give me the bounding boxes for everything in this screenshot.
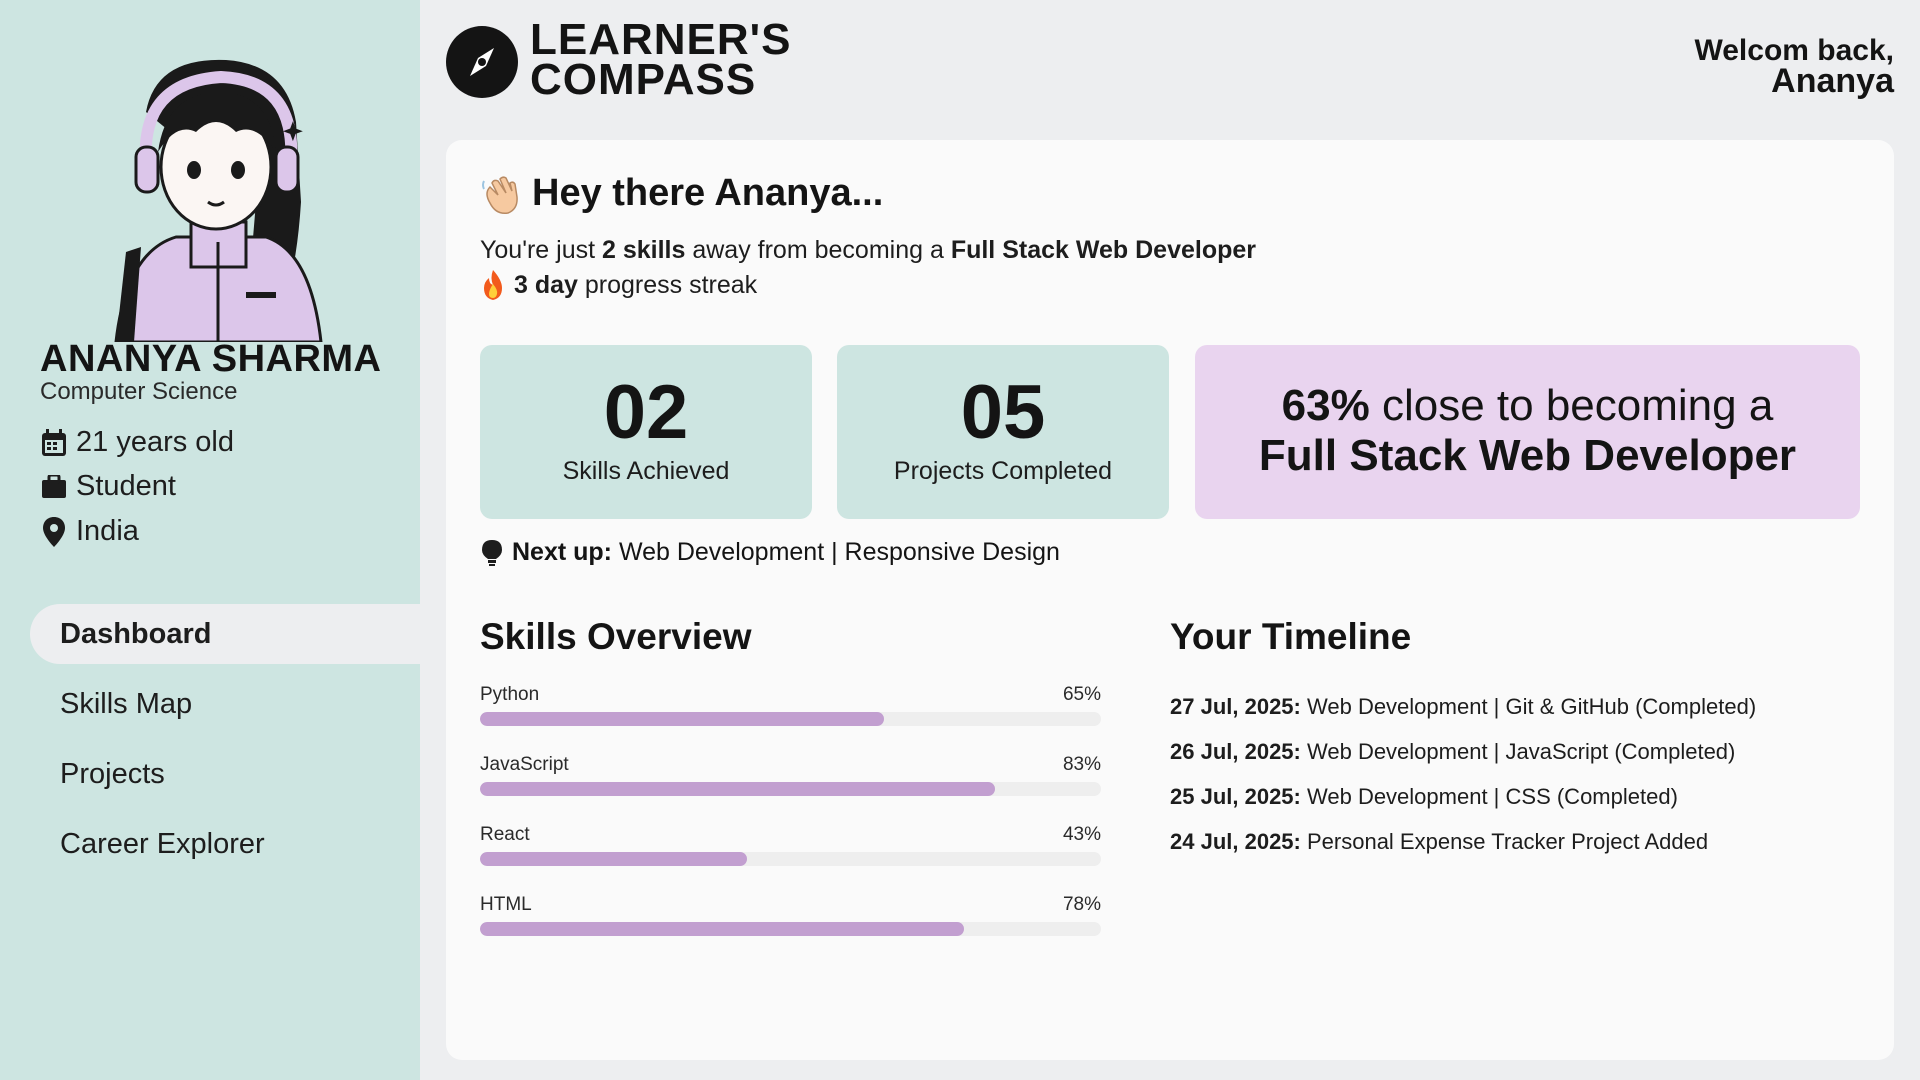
brand-logo[interactable]: LEARNER'S COMPASS <box>530 15 792 104</box>
lightbulb-icon <box>482 539 502 566</box>
skill-bar-track <box>480 782 1101 796</box>
stat-label: Projects Completed <box>893 457 1113 485</box>
goal-progress-line: 63% close to becoming a <box>1195 381 1860 431</box>
age-text: 21 years old <box>76 426 234 458</box>
skill-name: JavaScript <box>480 754 569 775</box>
skill-percent: 65% <box>1062 684 1101 705</box>
skill-percent: 78% <box>1062 894 1101 915</box>
stat-value: 02 <box>603 370 689 455</box>
timeline-date: 27 Jul, 2025: <box>1170 694 1301 719</box>
timeline-text: Personal Expense Tracker Project Added <box>1300 829 1709 854</box>
skill-name: HTML <box>480 894 532 915</box>
skill-percent: 43% <box>1062 824 1101 845</box>
summary-skills: 2 skills <box>602 236 686 264</box>
next-up-value: Web Development | Responsive Design <box>612 538 1060 566</box>
timeline-text: Web Development | CSS (Completed) <box>1300 784 1678 809</box>
occupation-text: Student <box>76 470 176 502</box>
brand-line2: COMPASS <box>530 55 757 104</box>
stat-card-skills: 02 Skills Achieved <box>480 345 812 519</box>
skill-name: Python <box>480 684 540 705</box>
timeline-title: Your Timeline <box>1170 616 1412 657</box>
timeline-text: Web Development | JavaScript (Completed) <box>1300 739 1736 764</box>
skill-bar-track <box>480 852 1101 866</box>
streak-suffix: progress streak <box>577 270 758 299</box>
sidebar-item-projects[interactable]: Projects <box>30 744 420 804</box>
skill-item: React 43% <box>480 824 1101 866</box>
timeline-item: 27 Jul, 2025: Web Development | Git & Gi… <box>1170 694 1756 720</box>
skill-bar-fill <box>480 712 884 726</box>
avatar <box>114 59 323 342</box>
fire-icon <box>484 270 502 300</box>
skill-bar-fill <box>480 782 996 796</box>
profile-major: Computer Science <box>40 378 238 405</box>
location-pin-icon <box>40 516 68 547</box>
skill-row: JavaScript 83% <box>480 754 1101 776</box>
streak-days: 3 day <box>514 270 578 299</box>
waving-hand-icon <box>482 175 518 214</box>
skill-row: HTML 78% <box>480 894 1101 916</box>
stat-label: Skills Achieved <box>562 457 730 485</box>
location-text: India <box>76 515 139 547</box>
info-occupation: Student <box>40 470 176 503</box>
summary-mid: away from becoming a <box>685 236 951 264</box>
skills-overview-title: Skills Overview <box>480 616 752 657</box>
sidebar-item-skills-map[interactable]: Skills Map <box>30 674 420 734</box>
profile-name: ANANYA SHARMA <box>40 338 382 380</box>
brand-line1: LEARNER'S <box>530 15 792 64</box>
progress-summary: You're just 2 skills away from becoming … <box>480 236 1256 265</box>
skill-bar-track <box>480 712 1101 726</box>
sidebar-item-dashboard[interactable]: Dashboard <box>30 604 420 664</box>
stat-card-projects: 05 Projects Completed <box>837 345 1169 519</box>
skill-item: Python 65% <box>480 684 1101 726</box>
welcome-message: Welcom back, Ananya <box>1694 36 1894 100</box>
skill-percent: 83% <box>1062 754 1101 775</box>
sidebar: ANANYA SHARMA Computer Science 21 years … <box>0 0 420 1080</box>
streak-summary: 3 day progress streak <box>480 270 757 300</box>
briefcase-icon <box>40 472 68 502</box>
goal-text: close to becoming a <box>1369 381 1774 430</box>
timeline-item: 26 Jul, 2025: Web Development | JavaScri… <box>1170 739 1735 765</box>
skill-bar-fill <box>480 852 748 866</box>
next-up: Next up: Web Development | Responsive De… <box>482 538 1060 567</box>
timeline-item: 24 Jul, 2025: Personal Expense Tracker P… <box>1170 829 1708 855</box>
summary-goal: Full Stack Web Developer <box>950 236 1257 264</box>
skill-name: React <box>480 824 530 845</box>
welcome-username: Ananya <box>1771 62 1894 100</box>
summary-pre: You're just <box>480 236 602 264</box>
sidebar-item-career-explorer[interactable]: Career Explorer <box>30 814 420 874</box>
skill-bar-track <box>480 922 1101 936</box>
skill-item: JavaScript 83% <box>480 754 1101 796</box>
skill-item: HTML 78% <box>480 894 1101 936</box>
greeting-heading: Hey there Ananya... <box>480 172 883 215</box>
next-up-label: Next up: <box>512 538 612 566</box>
timeline-date: 25 Jul, 2025: <box>1170 784 1301 809</box>
timeline-date: 24 Jul, 2025: <box>1170 829 1301 854</box>
info-location: India <box>40 515 139 548</box>
timeline-date: 26 Jul, 2025: <box>1170 739 1301 764</box>
goal-title: Full Stack Web Developer <box>1258 431 1797 480</box>
skill-bar-fill <box>480 922 965 936</box>
stat-value: 05 <box>960 370 1046 455</box>
compass-icon[interactable] <box>446 26 518 98</box>
calendar-icon <box>40 428 68 458</box>
goal-percent: 63% <box>1281 381 1370 430</box>
goal-progress-card: 63% close to becoming a Full Stack Web D… <box>1195 345 1860 519</box>
skill-row: React 43% <box>480 824 1101 846</box>
timeline-item: 25 Jul, 2025: Web Development | CSS (Com… <box>1170 784 1678 810</box>
info-age: 21 years old <box>40 426 234 459</box>
greeting-text: Hey there Ananya... <box>532 172 884 214</box>
skill-row: Python 65% <box>480 684 1101 706</box>
timeline-text: Web Development | Git & GitHub (Complete… <box>1300 694 1757 719</box>
